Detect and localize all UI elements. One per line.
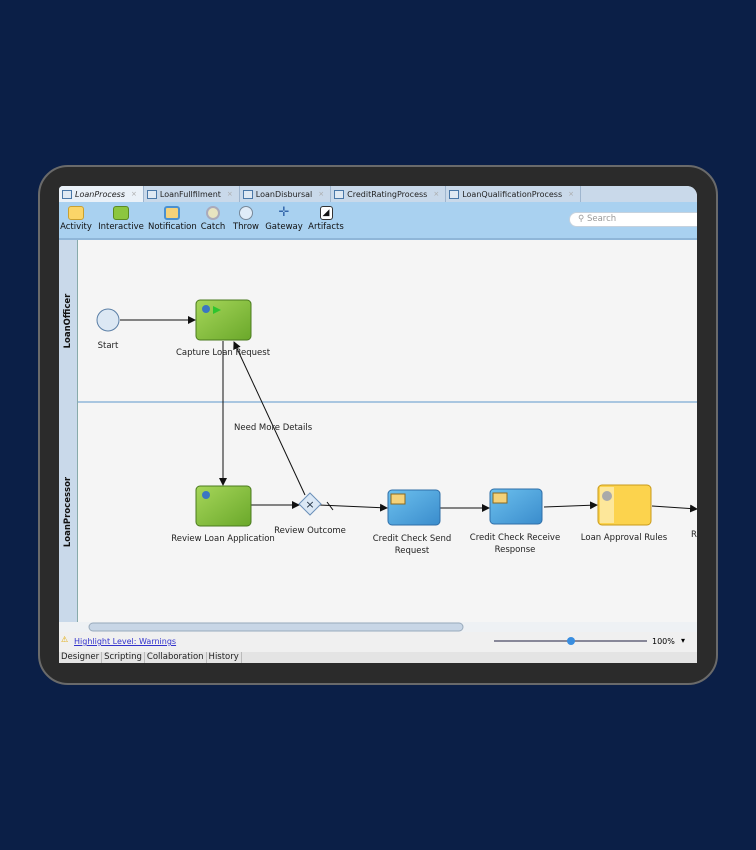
interactive-button[interactable]: Interactive — [97, 206, 145, 232]
edge-label: Need More Details — [234, 423, 313, 433]
artifacts-icon: ◢ — [319, 206, 333, 220]
envelope-icon — [492, 492, 508, 504]
highlight-level-link[interactable]: Highlight Level: Warnings — [74, 637, 176, 646]
artifacts-button[interactable]: ◢ Artifacts — [307, 206, 345, 232]
warning-icon: ⚠ — [61, 635, 69, 644]
tab-history[interactable]: History — [207, 652, 242, 663]
editor-tabs: LoanProcess × LoanFullfilment × LoanDisbur… — [59, 186, 697, 202]
review-outcome-gateway[interactable]: × Review Outcome — [274, 492, 346, 536]
svg-text:Loan Approval Rules: Loan Approval Rules — [581, 533, 668, 543]
close-icon[interactable]: × — [131, 190, 137, 198]
catch-button[interactable]: Catch — [199, 206, 227, 232]
tab-loan-process[interactable]: LoanProcess × — [59, 186, 144, 202]
user-icon — [202, 491, 210, 499]
bottom-tabs: Designer Scripting Collaboration History — [59, 652, 697, 663]
process-icon — [146, 189, 157, 199]
tab-loan-qualification-process[interactable]: LoanQualificationProcess × — [446, 186, 582, 202]
process-icon — [62, 189, 72, 199]
svg-text:Review Loan Application: Review Loan Application — [171, 534, 275, 544]
close-icon[interactable]: × — [318, 190, 324, 198]
tab-collaboration[interactable]: Collaboration — [145, 652, 207, 663]
zoom-slider-handle[interactable] — [567, 637, 575, 645]
process-icon — [449, 189, 460, 199]
svg-text:Capture Loan Request: Capture Loan Request — [176, 348, 271, 358]
activity-icon — [68, 206, 84, 220]
svg-text:R: R — [691, 530, 697, 540]
catch-event-icon — [206, 206, 220, 220]
gateway-button[interactable]: ✛ Gateway — [265, 206, 303, 232]
tab-loan-fullfilment[interactable]: LoanFullfilment × — [144, 186, 240, 202]
process-icon — [334, 189, 345, 199]
throw-event-icon — [239, 206, 253, 220]
palette-toolbar: Activity Interactive Notification Catch … — [59, 202, 697, 240]
process-diagram: Need More Details Start Capture Loan Req… — [59, 299, 697, 632]
envelope-icon — [164, 206, 180, 220]
svg-text:Start: Start — [98, 341, 119, 351]
tab-loan-disbursal[interactable]: LoanDisbursal × — [240, 186, 332, 202]
gateway-icon: ✛ — [278, 205, 290, 220]
status-bar: ⚠ Highlight Level: Warnings 100% ▾ — [59, 632, 697, 652]
process-icon — [242, 189, 253, 199]
close-icon[interactable]: × — [227, 190, 233, 198]
chevron-down-icon[interactable]: ▾ — [681, 636, 685, 645]
svg-text:Credit Check Send: Credit Check Send — [373, 534, 452, 544]
notification-button[interactable]: Notification — [148, 206, 197, 232]
credit-check-receive-task[interactable]: Credit Check Receive Response — [470, 488, 560, 555]
start-event[interactable]: Start — [96, 308, 120, 351]
svg-text:Response: Response — [495, 545, 536, 555]
tab-scripting[interactable]: Scripting — [102, 652, 145, 663]
bpm-editor-window: LoanProcess × LoanFullfilment × LoanDisbur… — [59, 186, 697, 663]
capture-loan-request-task[interactable]: Capture Loan Request — [176, 299, 271, 358]
search-input[interactable]: ⚲ Search — [569, 212, 697, 227]
loan-approval-rules-task[interactable]: Loan Approval Rules — [581, 484, 668, 543]
close-icon[interactable]: × — [568, 190, 574, 198]
credit-check-send-task[interactable]: Credit Check Send Request — [373, 489, 452, 556]
activity-button[interactable]: Activity — [59, 206, 93, 232]
review-loan-application-task[interactable]: Review Loan Application — [171, 485, 275, 544]
tab-credit-rating-process[interactable]: CreditRatingProcess × — [331, 186, 447, 202]
gear-icon — [602, 491, 612, 501]
envelope-icon — [390, 493, 406, 505]
horizontal-scrollbar[interactable] — [88, 622, 464, 632]
svg-text:Credit Check Receive: Credit Check Receive — [470, 533, 560, 543]
search-icon: ⚲ — [578, 214, 587, 224]
svg-text:Review Outcome: Review Outcome — [274, 526, 346, 536]
tab-designer[interactable]: Designer — [59, 652, 103, 663]
user-task-icon — [113, 206, 129, 220]
svg-text:×: × — [305, 498, 314, 511]
throw-button[interactable]: Throw — [231, 206, 261, 232]
user-icon — [202, 305, 210, 313]
zoom-level[interactable]: 100% — [652, 637, 675, 646]
close-icon[interactable]: × — [433, 190, 439, 198]
svg-text:Request: Request — [395, 546, 430, 556]
